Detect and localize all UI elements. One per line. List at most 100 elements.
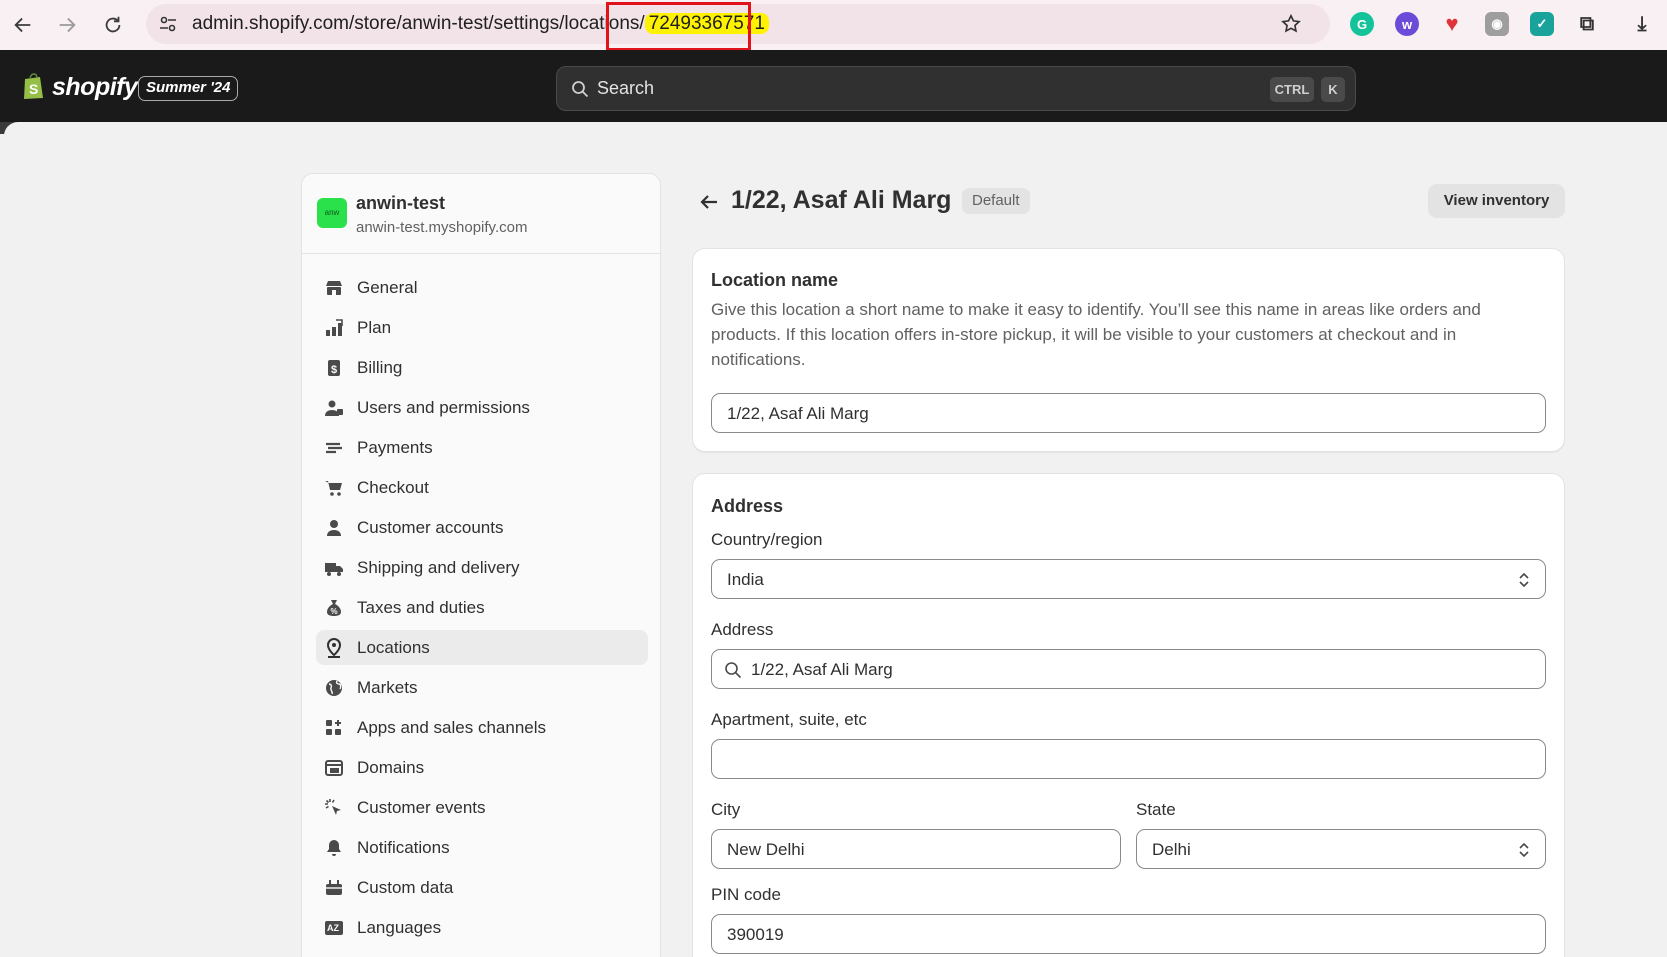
store-avatar: anw — [317, 198, 347, 228]
globe-icon — [326, 680, 342, 696]
annotation-highlight-box — [606, 2, 751, 51]
apartment-label: Apartment, suite, etc — [711, 710, 867, 729]
search-placeholder: Search — [597, 78, 655, 98]
arrow-right-icon — [59, 17, 76, 33]
site-settings-icon[interactable] — [158, 14, 178, 34]
address-input[interactable]: 1/22, Asaf Ali Marg — [711, 649, 1546, 689]
heart-extension-icon[interactable]: ♥ — [1440, 11, 1464, 36]
shortcut-ctrl-key: CTRL — [1270, 77, 1314, 102]
shopify-logo[interactable]: shopify — [52, 73, 138, 102]
address-value: 1/22, Asaf Ali Marg — [751, 660, 893, 679]
sidebar-item-shipping-and-delivery[interactable]: Shipping and delivery — [316, 550, 648, 585]
extensions-puzzle-icon[interactable]: ⧉ — [1575, 12, 1599, 36]
sidebar-item-custom-data[interactable]: Custom data — [316, 870, 648, 905]
address-card: Address Country/region India Address 1/2… — [692, 473, 1565, 957]
sidebar-item-label: Languages — [357, 918, 442, 937]
arrow-left-icon — [14, 17, 31, 33]
language-icon: AZ — [325, 921, 343, 935]
shopify-bag-icon: S — [24, 73, 43, 99]
search-icon — [572, 81, 589, 98]
sidebar-item-label: Domains — [357, 758, 425, 777]
browser-forward-button[interactable] — [50, 8, 84, 42]
sidebar-item-label: Markets — [357, 678, 418, 697]
cart-icon — [325, 481, 342, 496]
sidebar-item-label: Custom data — [357, 878, 454, 897]
sidebar-item-taxes-and-duties[interactable]: % Taxes and duties — [316, 590, 648, 625]
billing-icon: $ — [328, 360, 340, 376]
svg-text:%: % — [331, 607, 338, 616]
sidebar-item-label: Locations — [357, 638, 430, 657]
store-name: anwin-test — [356, 193, 446, 213]
cursor-click-icon — [325, 799, 341, 815]
sidebar-item-label: Customer events — [357, 798, 486, 817]
browser-reload-button[interactable] — [96, 8, 130, 42]
sidebar-item-label: Billing — [357, 358, 403, 377]
users-icon — [325, 400, 343, 416]
city-label: City — [711, 800, 741, 819]
store-icon — [326, 281, 342, 295]
view-inventory-button[interactable]: View inventory — [1428, 184, 1565, 218]
country-select[interactable]: India — [711, 559, 1546, 599]
sidebar-item-checkout[interactable]: Checkout — [316, 470, 648, 505]
store-domain: anwin-test.myshopify.com — [356, 219, 528, 236]
sidebar-item-markets[interactable]: Markets — [316, 670, 648, 705]
camera-extension-icon[interactable]: ◉ — [1485, 12, 1509, 36]
pin-code-input[interactable]: 390019 — [711, 914, 1546, 954]
city-input[interactable]: New Delhi — [711, 829, 1121, 869]
shield-extension-icon[interactable]: ✓ — [1530, 12, 1554, 36]
sidebar-item-plan[interactable]: Plan — [316, 310, 648, 345]
person-icon — [327, 520, 341, 536]
settings-sidebar: anw anwin-test anwin-test.myshopify.com … — [301, 173, 661, 957]
sidebar-item-label: Notifications — [357, 838, 450, 857]
sidebar-item-languages[interactable]: AZ Languages — [316, 910, 648, 945]
custom-data-icon — [326, 880, 342, 895]
sidebar-item-locations[interactable]: Locations — [316, 630, 648, 665]
download-icon[interactable]: ⤓ — [1630, 12, 1654, 36]
sidebar-item-label: Shipping and delivery — [357, 558, 520, 577]
sidebar-item-general[interactable]: General — [316, 270, 648, 305]
edition-badge[interactable]: Summer '24 — [138, 76, 239, 101]
location-name-description: Give this location a short name to make … — [711, 300, 1481, 369]
sidebar-item-notifications[interactable]: Notifications — [316, 830, 648, 865]
select-chevrons-icon — [1519, 572, 1529, 588]
sidebar-item-customer-accounts[interactable]: Customer accounts — [316, 510, 648, 545]
page-title: 1/22, Asaf Ali Marg — [731, 186, 952, 214]
bookmark-star-icon[interactable] — [1280, 13, 1302, 35]
url-prefix: admin.shopify.com/store/anwin-test/setti… — [192, 13, 645, 34]
sidebar-item-domains[interactable]: Domains — [316, 750, 648, 785]
pin-code-label: PIN code — [711, 885, 781, 904]
reload-icon — [105, 16, 121, 33]
city-value: New Delhi — [727, 840, 805, 859]
country-label: Country/region — [711, 530, 823, 549]
sidebar-item-label: Checkout — [357, 478, 429, 497]
sidebar-item-users-and-permissions[interactable]: Users and permissions — [316, 390, 648, 425]
apartment-input[interactable] — [711, 739, 1546, 779]
svg-text:S: S — [29, 81, 38, 97]
plan-icon — [326, 319, 343, 336]
sidebar-item-customer-events[interactable]: Customer events — [316, 790, 648, 825]
browser-back-button[interactable] — [6, 8, 40, 42]
tax-icon: % — [327, 600, 341, 616]
sidebar-item-billing[interactable]: $ Billing — [316, 350, 648, 385]
sidebar-item-apps-and-sales-channels[interactable]: Apps and sales channels — [316, 710, 648, 745]
sidebar-item-payments[interactable]: Payments — [316, 430, 648, 465]
location-name-title: Location name — [711, 270, 839, 290]
svg-text:AZ: AZ — [327, 923, 339, 933]
sidebar-item-label: Payments — [357, 438, 433, 457]
location-name-input[interactable]: 1/22, Asaf Ali Marg — [711, 393, 1546, 433]
apps-icon — [326, 720, 341, 735]
grammarly-extension-icon[interactable]: G — [1350, 12, 1374, 36]
admin-search-bar[interactable]: Search CTRL K — [556, 66, 1356, 111]
sidebar-item-label: Users and permissions — [357, 398, 530, 417]
store-header[interactable]: anw anwin-test anwin-test.myshopify.com — [302, 174, 660, 254]
country-value: India — [727, 570, 764, 589]
shortcut-k-key: K — [1321, 77, 1345, 102]
state-select[interactable]: Delhi — [1136, 829, 1546, 869]
pin-code-value: 390019 — [727, 925, 784, 944]
browser-toolbar: admin.shopify.com/store/anwin-test/setti… — [0, 0, 1667, 51]
settings-nav-list: General Plan $ Billing Users and permiss… — [316, 270, 648, 950]
extension-purple-icon[interactable]: w — [1395, 12, 1419, 36]
back-arrow-icon[interactable] — [697, 190, 721, 214]
sidebar-item-label: General — [357, 278, 418, 297]
location-name-value: 1/22, Asaf Ali Marg — [727, 404, 869, 423]
